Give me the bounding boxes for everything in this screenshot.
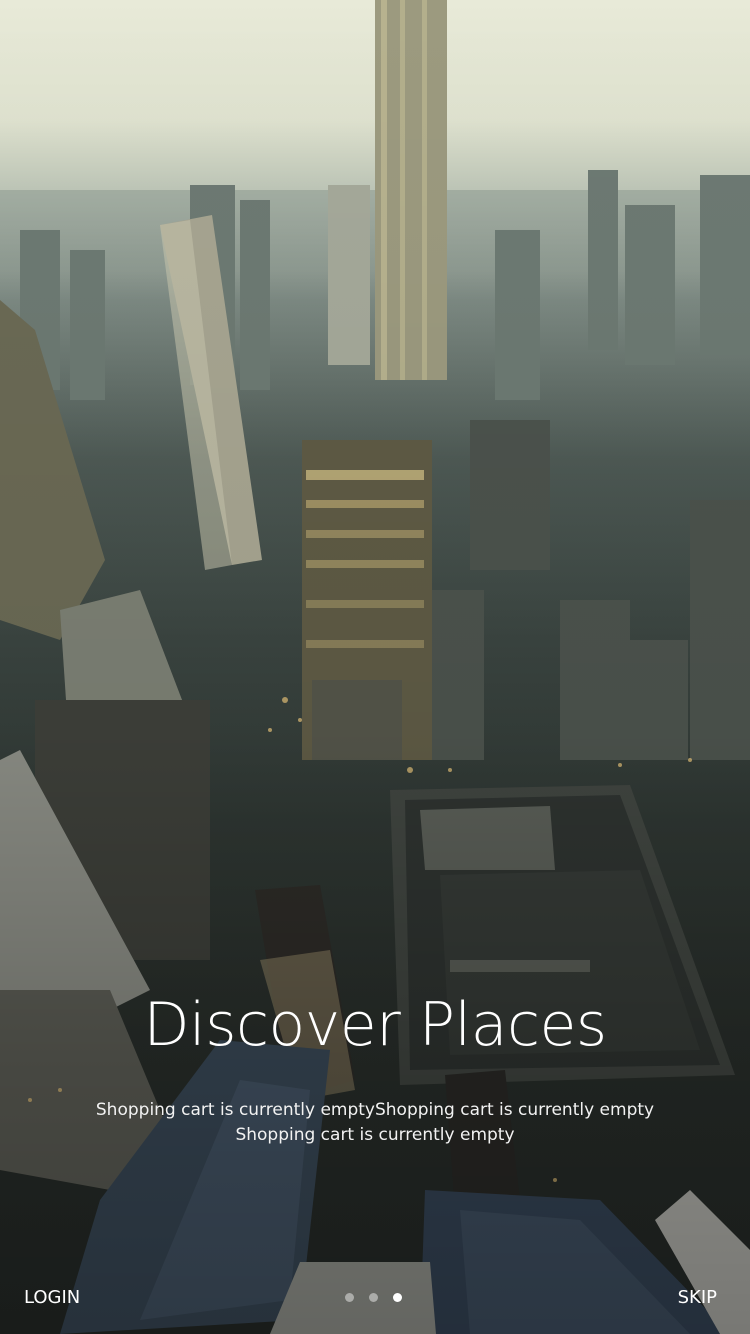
login-button[interactable]: LOGIN <box>24 1284 80 1312</box>
onboarding-screen: Discover Places Shopping cart is current… <box>0 0 750 1334</box>
onboarding-subtitle: Shopping cart is currently emptyShopping… <box>95 1098 655 1148</box>
page-indicator <box>345 1293 402 1302</box>
page-dot-2[interactable] <box>369 1293 378 1302</box>
page-dot-1[interactable] <box>345 1293 354 1302</box>
subtitle-line: Shopping cart is currently emptyShopping… <box>95 1100 655 1120</box>
onboarding-title: Discover Places <box>143 990 607 1060</box>
page-dot-3-active[interactable] <box>393 1293 402 1302</box>
skip-button[interactable]: SKIP <box>678 1284 717 1312</box>
subtitle-line: Shopping cart is currently empty <box>235 1125 515 1145</box>
